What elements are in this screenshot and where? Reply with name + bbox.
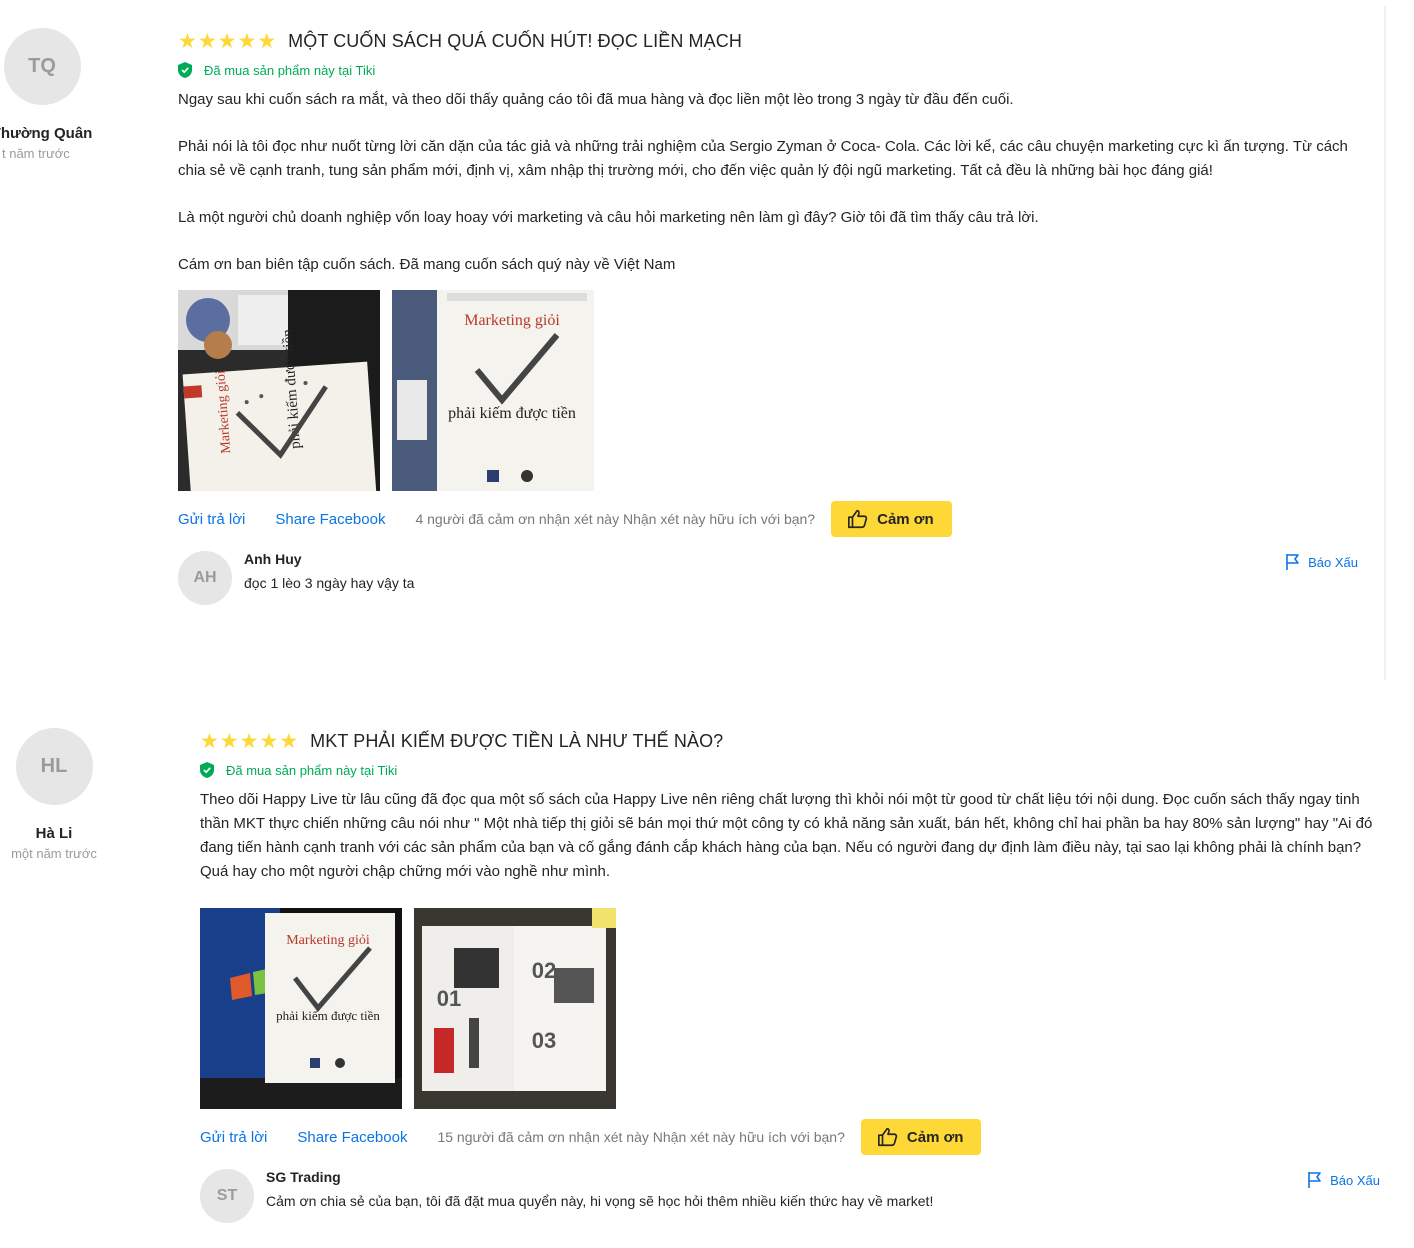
review-actions: Gửi trả lời Share Facebook 15 người đã c…: [200, 1119, 1385, 1155]
book-photo: Marketing giỏi phải kiếm được tiền: [178, 290, 380, 491]
review-header: ★ ★ ★ ★ ★ MỘT CUỐN SÁCH QUÁ CUỐN HÚT! ĐỌ…: [178, 28, 1363, 54]
review-author: HL Hà Li một năm trước: [0, 728, 124, 861]
review-image[interactable]: Marketing giỏi phải kiếm được tiền: [200, 908, 402, 1109]
book-cover-title: Marketing giỏi: [464, 312, 560, 329]
review-paragraph: Phải nói là tôi đọc như nuốt từng lời că…: [178, 138, 1348, 179]
avatar: ST: [200, 1169, 254, 1223]
page-label: 02: [532, 958, 556, 983]
review-paragraph: Theo dõi Happy Live từ lâu cũng đã đọc q…: [200, 791, 1373, 880]
review-content: ★ ★ ★ ★ ★ MKT PHẢI KIẾM ĐƯỢC TIỀN LÀ NHƯ…: [200, 728, 1385, 1225]
report-button[interactable]: Báo Xấu: [1306, 1171, 1380, 1189]
review-time: t năm trước: [2, 146, 70, 161]
review-paragraph: Là một người chủ doanh nghiệp vốn loay h…: [178, 209, 1039, 226]
author-name: Thường Quân: [0, 125, 93, 142]
star-icon: ★: [239, 729, 259, 753]
flag-icon: [1286, 554, 1299, 570]
report-label: Báo Xấu: [1308, 554, 1358, 570]
page-label: 01: [437, 986, 461, 1011]
review-title: MKT PHẢI KIẾM ĐƯỢC TIỀN LÀ NHƯ THẾ NÀO?: [310, 730, 724, 751]
review-time: một năm trước: [11, 846, 97, 861]
review-images: Marketing giỏi phải kiếm được tiền: [178, 290, 1363, 491]
review-body: Ngay sau khi cuốn sách ra mắt, và theo d…: [178, 88, 1363, 277]
shield-check-icon: [178, 62, 192, 78]
avatar: TQ: [3, 28, 81, 105]
star-icon: ★: [217, 29, 237, 53]
shield-check-icon: [200, 762, 214, 778]
review-card: HL Hà Li một năm trước ★ ★ ★ ★ ★ MKT PHẢ…: [0, 700, 1414, 1248]
thank-button[interactable]: Cảm ơn: [860, 1119, 982, 1155]
review-card: TQ Thường Quân t năm trước ★ ★ ★ ★ ★ MỘT…: [0, 0, 1414, 680]
rating-stars: ★ ★ ★ ★ ★: [200, 731, 298, 752]
review-images: Marketing giỏi phải kiếm được tiền: [200, 908, 1385, 1109]
reply-link[interactable]: Gửi trả lời: [200, 1129, 267, 1146]
avatar: AH: [178, 551, 232, 605]
page-label: 03: [532, 1028, 556, 1053]
thank-button[interactable]: Cảm ơn: [831, 501, 952, 537]
review-author: TQ Thường Quân t năm trước: [0, 28, 112, 161]
verified-purchase: Đã mua sản phẩm này tại Tiki: [178, 62, 1363, 78]
review-image[interactable]: Marketing giỏi phải kiếm được tiền: [392, 290, 594, 491]
comment-text: Cảm ơn chia sẻ của bạn, tôi đã đặt mua q…: [266, 1193, 934, 1209]
thank-button-label: Cảm ơn: [877, 510, 934, 528]
verified-text: Đã mua sản phẩm này tại Tiki: [226, 762, 398, 778]
report-label: Báo Xấu: [1330, 1172, 1380, 1188]
report-button[interactable]: Báo Xấu: [1284, 553, 1358, 571]
book-photo: Marketing giỏi phải kiếm được tiền: [392, 290, 594, 491]
thumbs-up-icon: [877, 1127, 898, 1147]
review-image[interactable]: 02 01 03: [414, 908, 616, 1109]
author-name: Hà Li: [35, 825, 73, 842]
review-paragraph: Ngay sau khi cuốn sách ra mắt, và theo d…: [178, 91, 1014, 108]
avatar: HL: [15, 728, 93, 805]
flag-icon: [1308, 1172, 1321, 1188]
reply-comment: AH Anh Huy đọc 1 lèo 3 ngày hay vậy ta B…: [178, 551, 1363, 607]
star-icon: ★: [257, 29, 277, 53]
verified-text: Đã mua sản phẩm này tại Tiki: [204, 62, 376, 78]
star-icon: ★: [237, 29, 257, 53]
book-photo: Marketing giỏi phải kiếm được tiền: [200, 908, 402, 1109]
thumbs-up-icon: [848, 509, 868, 529]
star-icon: ★: [259, 729, 279, 753]
review-header: ★ ★ ★ ★ ★ MKT PHẢI KIẾM ĐƯỢC TIỀN LÀ NHƯ…: [200, 728, 1385, 754]
book-cover-subtitle: phải kiếm được tiền: [276, 1008, 380, 1023]
book-photo: 02 01 03: [414, 908, 616, 1109]
star-icon: ★: [200, 729, 219, 753]
thanks-count: 4 người đã cảm ơn nhận xét này Nhận xét …: [415, 511, 816, 527]
book-cover-title: Marketing giỏi: [286, 933, 370, 948]
rating-stars: ★ ★ ★ ★ ★: [178, 31, 276, 52]
review-title: MỘT CUỐN SÁCH QUÁ CUỐN HÚT! ĐỌC LIỀN MẠC…: [288, 30, 742, 51]
star-icon: ★: [197, 29, 217, 53]
review-actions: Gửi trả lời Share Facebook 4 người đã cả…: [178, 501, 1363, 537]
comment-author: Anh Huy: [244, 551, 302, 567]
star-icon: ★: [279, 729, 299, 753]
share-facebook-link[interactable]: Share Facebook: [275, 511, 385, 528]
thank-button-label: Cảm ơn: [906, 1128, 964, 1146]
reply-link[interactable]: Gửi trả lời: [178, 511, 245, 528]
comment-text: đọc 1 lèo 3 ngày hay vậy ta: [244, 575, 415, 591]
review-body: Theo dõi Happy Live từ lâu cũng đã đọc q…: [200, 788, 1385, 884]
star-icon: ★: [219, 729, 239, 753]
review-content: ★ ★ ★ ★ ★ MỘT CUỐN SÁCH QUÁ CUỐN HÚT! ĐỌ…: [178, 28, 1363, 607]
verified-purchase: Đã mua sản phẩm này tại Tiki: [200, 762, 1385, 778]
thanks-count: 15 người đã cảm ơn nhận xét này Nhận xét…: [437, 1129, 845, 1145]
review-paragraph: Cám ơn ban biên tập cuốn sách. Đã mang c…: [178, 256, 676, 273]
book-cover-subtitle: phải kiếm được tiền: [448, 405, 576, 422]
divider: [1384, 6, 1386, 680]
reply-comment: ST SG Trading Cảm ơn chia sẻ của bạn, tô…: [200, 1169, 1385, 1225]
review-image[interactable]: Marketing giỏi phải kiếm được tiền: [178, 290, 380, 491]
star-icon: ★: [178, 29, 197, 53]
comment-author: SG Trading: [266, 1169, 341, 1185]
share-facebook-link[interactable]: Share Facebook: [297, 1129, 407, 1146]
